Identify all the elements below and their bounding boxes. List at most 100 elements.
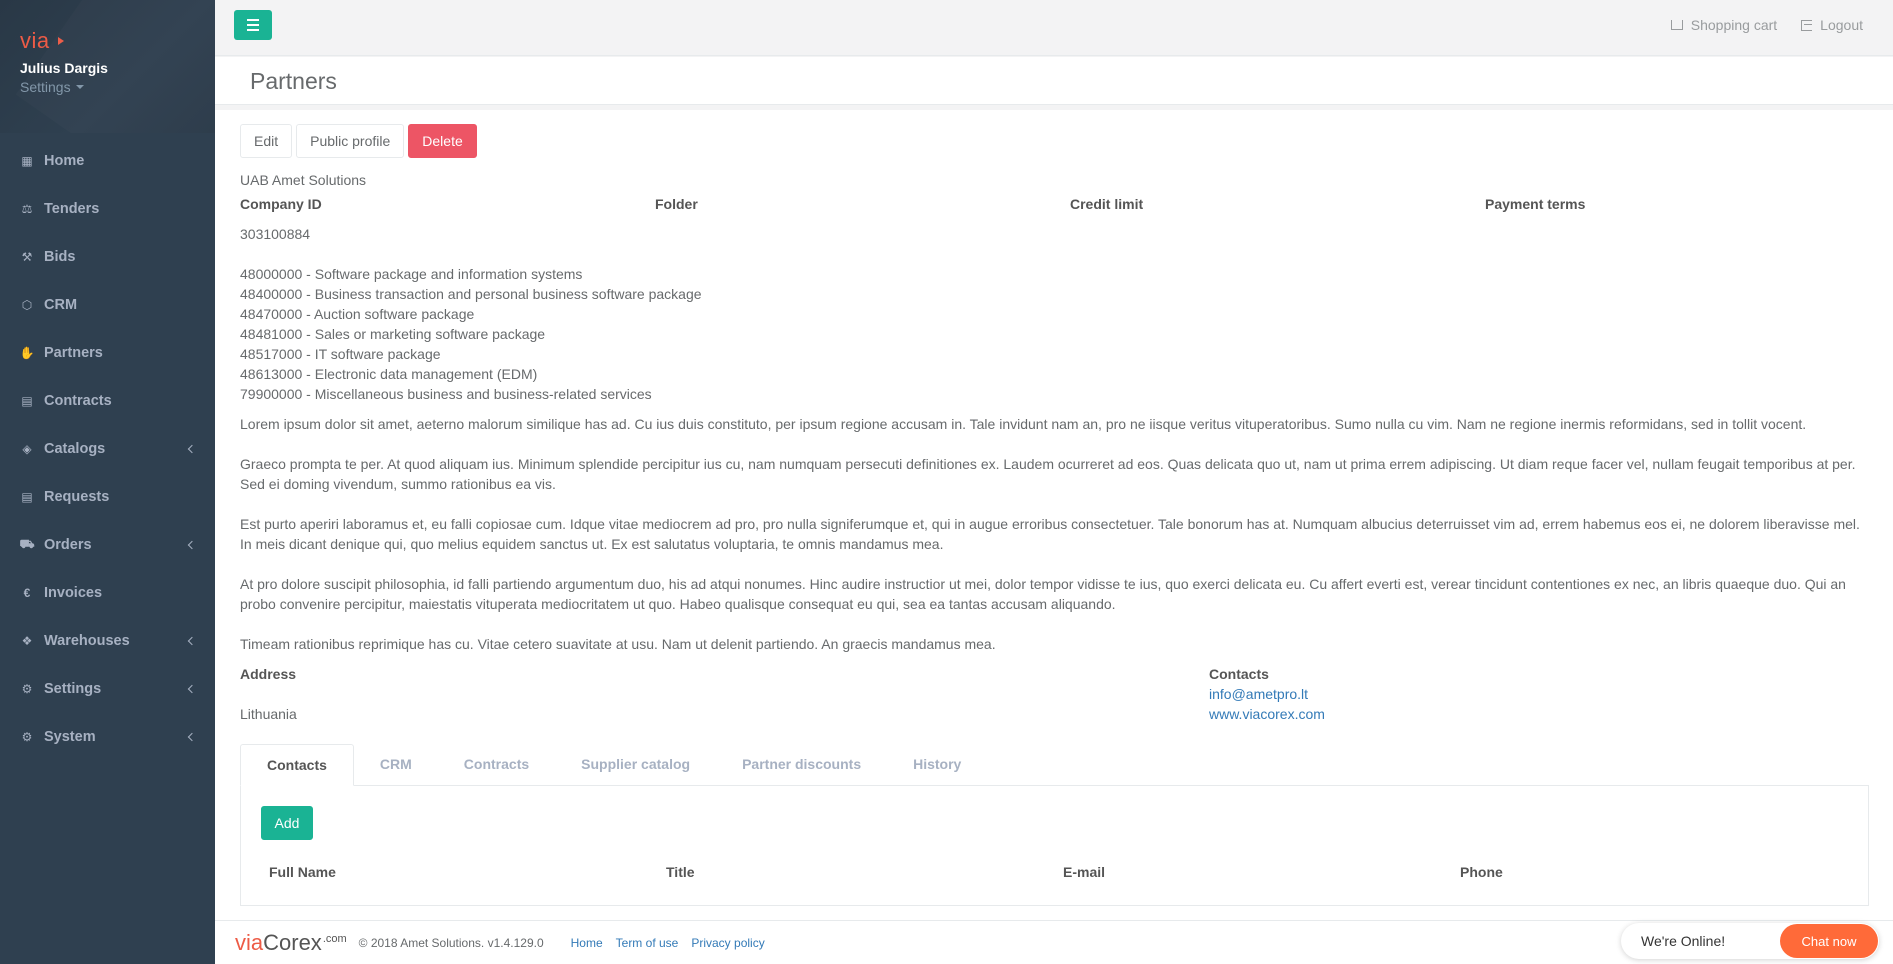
sidebar-item-label: Bids xyxy=(44,249,76,265)
cpv-code-item: 48517000 - IT software package xyxy=(240,346,441,362)
sidebar-item-crm[interactable]: ⬡ CRM xyxy=(0,281,215,329)
footer-link-home[interactable]: Home xyxy=(571,936,603,950)
handshake-icon: ✋ xyxy=(19,346,35,360)
topbar: Shopping cart Logout xyxy=(215,0,1893,56)
sidebar-item-system[interactable]: ⚙ System xyxy=(0,713,215,761)
chevron-left-icon xyxy=(187,732,197,742)
sidebar-item-label: Invoices xyxy=(44,585,103,601)
tab-crm[interactable]: CRM xyxy=(354,744,438,785)
sidebar-item-label: Tenders xyxy=(44,201,100,217)
sidebar-item-warehouses[interactable]: ❖ Warehouses xyxy=(0,617,215,665)
add-contact-button[interactable]: Add xyxy=(261,806,313,840)
user-settings-dropdown[interactable]: Settings xyxy=(20,79,215,95)
chat-now-button[interactable]: Chat now xyxy=(1780,924,1878,958)
footer-logo-com: .com xyxy=(322,932,347,945)
bars-icon xyxy=(247,24,259,26)
bars-icon xyxy=(247,29,259,31)
sidebar-item-bids[interactable]: ⚒ Bids xyxy=(0,233,215,281)
company-name: UAB Amet Solutions xyxy=(240,172,367,188)
company-description: Lorem ipsum dolor sit amet, aeterno malo… xyxy=(240,414,1870,654)
logo[interactable]: via xyxy=(20,28,215,54)
folder-label: Folder xyxy=(655,196,698,212)
contacts-tab-panel: Add Full Name Title E-mail Phone xyxy=(240,786,1869,906)
sidebar-item-label: Warehouses xyxy=(44,633,130,649)
footer-links: Home Term of use Privacy policy xyxy=(571,936,765,950)
website-link[interactable]: www.viacorex.com xyxy=(1209,704,1869,724)
public-profile-button[interactable]: Public profile xyxy=(296,124,405,158)
company-info-headers: Company ID Folder Credit limit Payment t… xyxy=(240,196,1869,212)
tab-contracts[interactable]: Contracts xyxy=(438,744,555,785)
tab-supplier-catalog[interactable]: Supplier catalog xyxy=(555,744,716,785)
chat-status: We're Online! xyxy=(1641,933,1726,949)
sidebar-item-tenders[interactable]: ⚖ Tenders xyxy=(0,185,215,233)
sidebar-item-contracts[interactable]: ▤ Contracts xyxy=(0,377,215,425)
payment-terms-label: Payment terms xyxy=(1485,196,1586,212)
action-buttons: Edit Public profile Delete xyxy=(240,124,1869,158)
address-value: Lithuania xyxy=(240,706,297,722)
company-id-label: Company ID xyxy=(240,196,322,212)
cpv-code-item: 79900000 - Miscellaneous business and bu… xyxy=(240,386,652,402)
file-icon: ▤ xyxy=(21,490,33,504)
tab-history[interactable]: History xyxy=(887,744,987,785)
logout-label: Logout xyxy=(1820,17,1863,33)
footer-link-privacy-policy[interactable]: Privacy policy xyxy=(691,936,764,950)
description-paragraph: Timeam rationibus reprimique has cu. Vit… xyxy=(240,636,996,652)
contacts-label: Contacts xyxy=(1209,666,1269,682)
sidebar-item-label: Catalogs xyxy=(44,441,106,457)
page-heading: Partners xyxy=(215,57,1893,105)
sidebar-item-label: Requests xyxy=(44,489,110,505)
company-id-value: 303100884 xyxy=(240,226,311,242)
tags-icon: ◈ xyxy=(22,442,32,456)
chevron-left-icon xyxy=(187,444,197,454)
edit-button[interactable]: Edit xyxy=(240,124,293,158)
user-settings-label: Settings xyxy=(20,79,71,95)
address-contacts: Address Lithuania Contacts info@ametpro.… xyxy=(240,664,1869,724)
gavel-icon: ⚒ xyxy=(21,250,33,264)
delete-button[interactable]: Delete xyxy=(408,124,477,158)
sidebar-item-label: CRM xyxy=(44,297,78,313)
column-header: Title xyxy=(666,864,695,880)
menu-toggle-button[interactable] xyxy=(234,10,272,40)
sidebar-item-invoices[interactable]: € Invoices xyxy=(0,569,215,617)
chevron-left-icon xyxy=(187,684,197,694)
cpv-code-item: 48400000 - Business transaction and pers… xyxy=(240,286,702,302)
sidebar-item-label: Home xyxy=(44,153,85,169)
file-text-icon: ▤ xyxy=(21,394,33,408)
sign-out-icon xyxy=(1801,19,1813,31)
sidebar-item-partners[interactable]: ✋ Partners xyxy=(0,329,215,377)
cogs-icon: ⚙ xyxy=(21,730,33,744)
sidebar: via Julius Dargis Settings ▦ Home ⚖ Tenders… xyxy=(0,0,215,964)
sidebar-item-orders[interactable]: ⛟ Orders xyxy=(0,521,215,569)
column-header: Phone xyxy=(1460,864,1503,880)
logout-link[interactable]: Logout xyxy=(1801,17,1863,33)
footer-logo: via Corex .com xyxy=(235,930,347,956)
tab-contacts[interactable]: Contacts xyxy=(240,744,354,786)
sidebar-item-catalogs[interactable]: ◈ Catalogs xyxy=(0,425,215,473)
copyright: © 2018 Amet Solutions. v1.4.129.0 xyxy=(358,935,544,950)
chat-widget[interactable]: We're Online! Chat now xyxy=(1621,923,1879,959)
column-header: Full Name xyxy=(269,864,336,880)
email-link[interactable]: info@ametpro.lt xyxy=(1209,684,1869,704)
sidebar-item-label: Partners xyxy=(44,345,103,361)
sidebar-nav: ▦ Home ⚖ Tenders ⚒ Bids ⬡ CRM ✋ Partners ▤ Contract… xyxy=(0,137,215,761)
tab-partner-discounts[interactable]: Partner discounts xyxy=(716,744,887,785)
sidebar-item-home[interactable]: ▦ Home xyxy=(0,137,215,185)
cogs-icon: ⚙ xyxy=(21,682,33,696)
description-paragraph: Est purto aperiri laboramus et, eu falli… xyxy=(240,516,1860,552)
footer-link-term-of-use[interactable]: Term of use xyxy=(616,936,679,950)
shopping-cart-icon xyxy=(1670,20,1683,30)
cpv-code-item: 48481000 - Sales or marketing software p… xyxy=(240,326,546,342)
sidebar-item-requests[interactable]: ▤ Requests xyxy=(0,473,215,521)
sidebar-item-label: System xyxy=(44,729,96,745)
cpv-code-item: 48000000 - Software package and informat… xyxy=(240,266,583,282)
th-large-icon: ▦ xyxy=(21,154,33,168)
sidebar-item-settings[interactable]: ⚙ Settings xyxy=(0,665,215,713)
bars-icon xyxy=(247,19,259,21)
play-icon xyxy=(57,37,64,45)
partner-tabs: Contacts CRM Contracts Supplier catalog Part… xyxy=(240,744,1869,786)
footer-logo-corex: Corex xyxy=(263,929,322,955)
euro-icon: € xyxy=(23,586,31,600)
user-name: Julius Dargis xyxy=(20,60,108,76)
shopping-cart-link[interactable]: Shopping cart xyxy=(1670,17,1777,33)
cpv-code-item: 48470000 - Auction software package xyxy=(240,306,475,322)
